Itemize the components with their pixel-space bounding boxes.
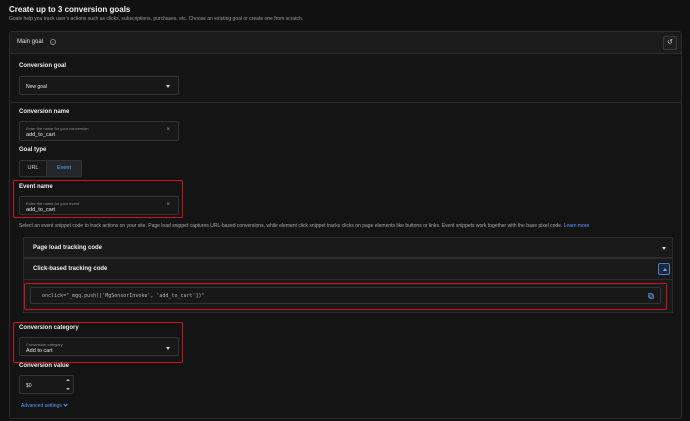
caret-down-icon[interactable] [662, 247, 666, 250]
event-name-value: add_to_cart [26, 207, 56, 213]
event-name-input[interactable]: Enter the name for your event add_to_car… [19, 196, 179, 215]
chevron-down-icon [166, 85, 170, 88]
tracking-code: onclick="_mgq.push(['MgSensorInvoke', 'a… [42, 293, 205, 299]
page-load-accordion[interactable]: Page load tracking code [23, 237, 673, 258]
advanced-settings-label: Advanced settings [21, 403, 62, 409]
stepper-up-icon[interactable] [66, 379, 70, 381]
divider [10, 102, 681, 103]
page-load-title: Page load tracking code [33, 245, 103, 251]
info-icon[interactable]: i [50, 39, 56, 45]
advanced-settings-link[interactable]: Advanced settings [21, 402, 68, 409]
conversion-name-label: Conversion name [19, 109, 70, 115]
conversion-name-placeholder: Enter the name for your conversion [26, 126, 89, 131]
conversion-goal-value: New goal [26, 84, 47, 90]
chevron-down-icon [63, 402, 68, 407]
stepper-down-icon[interactable] [66, 388, 70, 390]
collapse-button[interactable] [658, 263, 670, 275]
page-title: Create up to 3 conversion goals [9, 5, 131, 14]
conversion-value-label: Conversion value [19, 363, 70, 369]
conversion-goal-label: Conversion goal [19, 63, 67, 69]
clear-icon[interactable]: × [166, 202, 170, 208]
event-name-label: Event name [19, 184, 53, 190]
click-based-title: Click-based tracking code [33, 266, 108, 272]
goal-type-url[interactable]: URL [20, 161, 46, 176]
goal-type-toggle: URL Event [19, 160, 82, 177]
conversion-category-value: Add to cart [26, 348, 53, 354]
tracking-code-field[interactable]: onclick="_mgq.push(['MgSensorInvoke', 'a… [30, 287, 661, 304]
chevron-up-icon [662, 268, 667, 271]
value-stepper[interactable] [66, 379, 70, 390]
conversion-goal-select[interactable]: New goal [19, 76, 179, 95]
conversion-value: $0 [26, 383, 32, 389]
conversion-name-value: add_to_cart [26, 132, 56, 138]
main-goal-card: Main goal i ↺ Conversion goal New goal C… [9, 31, 682, 419]
chevron-down-icon [166, 347, 170, 350]
page-subtitle: Goals help you track user's actions such… [9, 16, 304, 22]
goal-type-event[interactable]: Event [46, 161, 81, 176]
copy-icon[interactable] [648, 293, 654, 299]
reset-icon[interactable]: ↺ [663, 36, 677, 50]
clear-icon[interactable]: × [166, 127, 170, 133]
divider [23, 279, 673, 280]
snippet-description-text: Select an event snippet code to track ac… [19, 223, 563, 229]
learn-more-link[interactable]: Learn more [564, 223, 590, 229]
goal-type-label: Goal type [19, 147, 47, 153]
snippet-description: Select an event snippet code to track ac… [19, 223, 589, 229]
conversion-value-input[interactable]: $0 [19, 375, 74, 394]
conversion-category-placeholder: Conversion category [26, 342, 63, 347]
card-title: Main goal [17, 39, 44, 45]
conversion-category-label: Conversion category [19, 325, 79, 331]
conversion-category-select[interactable]: Conversion category Add to cart [19, 337, 179, 356]
card-header: Main goal i ↺ [10, 32, 681, 54]
conversion-name-input[interactable]: Enter the name for your conversion add_t… [19, 121, 179, 141]
event-name-placeholder: Enter the name for your event [26, 201, 79, 206]
